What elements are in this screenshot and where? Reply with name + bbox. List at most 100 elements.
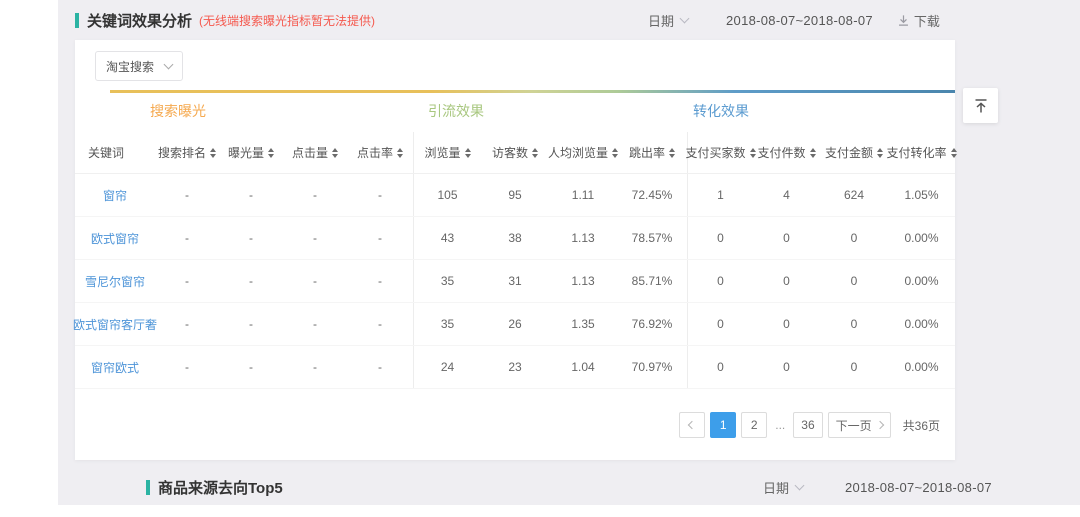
column-header[interactable]: 支付转化率 bbox=[888, 132, 955, 173]
table-row: 欧式窗帘----43381.1378.57%0000.00% bbox=[75, 217, 955, 260]
chevron-right-icon bbox=[875, 421, 883, 429]
cell-value: 0 bbox=[820, 346, 888, 388]
cell-value: - bbox=[283, 174, 347, 216]
keyword-link[interactable]: 雪尼尔窗帘 bbox=[75, 260, 155, 302]
column-header[interactable]: 点击率 bbox=[347, 132, 413, 173]
footer-title: 商品来源去向Top5 bbox=[158, 477, 283, 498]
cell-value: 105 bbox=[413, 174, 481, 216]
column-header[interactable]: 浏览量 bbox=[413, 132, 481, 173]
column-label: 支付金额 bbox=[825, 144, 873, 161]
column-label: 点击率 bbox=[357, 144, 393, 161]
page-button[interactable]: 2 bbox=[741, 412, 767, 438]
footer-date-dropdown[interactable]: 日期 bbox=[763, 478, 803, 497]
section-label-exposure: 搜索曝光 bbox=[150, 101, 206, 121]
date-range-value: 2018-08-07~2018-08-07 bbox=[726, 13, 873, 28]
column-label: 支付买家数 bbox=[686, 144, 746, 161]
column-header[interactable]: 搜索排名 bbox=[155, 132, 219, 173]
sort-icon[interactable] bbox=[669, 148, 675, 158]
keyword-text: 窗帘欧式 bbox=[91, 359, 139, 376]
sort-icon[interactable] bbox=[951, 148, 957, 158]
cell-value: 1.13 bbox=[549, 260, 617, 302]
sort-icon[interactable] bbox=[268, 148, 274, 158]
page-button[interactable]: 36 bbox=[793, 412, 822, 438]
sort-icon[interactable] bbox=[465, 148, 471, 158]
cell-value: - bbox=[347, 303, 413, 345]
page-total-text: 共36页 bbox=[903, 417, 940, 434]
chevron-down-icon bbox=[680, 13, 690, 23]
column-header[interactable]: 点击量 bbox=[283, 132, 347, 173]
cell-value: 0 bbox=[753, 260, 820, 302]
cell-value: 31 bbox=[481, 260, 549, 302]
page-button[interactable]: 1 bbox=[710, 412, 736, 438]
date-filter-dropdown[interactable]: 日期 bbox=[648, 11, 688, 30]
cell-value: 0.00% bbox=[888, 303, 955, 345]
next-page-button[interactable]: 下一页 bbox=[828, 412, 891, 438]
cell-value: - bbox=[283, 346, 347, 388]
cell-value: - bbox=[347, 346, 413, 388]
cell-value: 23 bbox=[481, 346, 549, 388]
cell-value: - bbox=[347, 174, 413, 216]
column-header[interactable]: 访客数 bbox=[481, 132, 549, 173]
section-color-bar bbox=[110, 90, 955, 93]
column-header[interactable]: 支付件数 bbox=[753, 132, 820, 173]
download-label: 下载 bbox=[914, 11, 940, 30]
column-header: 关键词 bbox=[75, 132, 155, 173]
sort-icon[interactable] bbox=[397, 148, 403, 158]
column-label: 关键词 bbox=[88, 144, 124, 161]
column-label: 浏览量 bbox=[424, 144, 460, 161]
cell-value: 35 bbox=[413, 303, 481, 345]
keyword-text: 窗帘 bbox=[103, 187, 127, 204]
keyword-link[interactable]: 窗帘 bbox=[75, 174, 155, 216]
cell-value: 4 bbox=[753, 174, 820, 216]
next-page-label: 下一页 bbox=[836, 417, 872, 434]
cell-value: 43 bbox=[413, 217, 481, 259]
keyword-link[interactable]: 欧式窗帘客厅奢 bbox=[75, 303, 155, 345]
table-body: 窗帘----105951.1172.45%146241.05%欧式窗帘----4… bbox=[75, 174, 955, 389]
column-label: 访客数 bbox=[492, 144, 528, 161]
back-to-top-button[interactable] bbox=[963, 88, 998, 123]
title-accent-bar bbox=[146, 480, 150, 495]
cell-value: 0.00% bbox=[888, 346, 955, 388]
footer-date-range-value: 2018-08-07~2018-08-07 bbox=[845, 480, 992, 495]
keyword-text: 欧式窗帘 bbox=[91, 230, 139, 247]
channel-select[interactable]: 淘宝搜索 bbox=[95, 51, 183, 81]
back-to-top-icon bbox=[972, 97, 990, 115]
column-header[interactable]: 曝光量 bbox=[219, 132, 283, 173]
sort-icon[interactable] bbox=[877, 148, 883, 158]
cell-value: - bbox=[155, 174, 219, 216]
download-icon bbox=[897, 14, 910, 27]
column-header[interactable]: 人均浏览量 bbox=[549, 132, 617, 173]
cell-value: 0 bbox=[753, 217, 820, 259]
cell-value: 78.57% bbox=[617, 217, 687, 259]
page-title: 关键词效果分析 bbox=[87, 10, 192, 31]
keyword-link[interactable]: 窗帘欧式 bbox=[75, 346, 155, 388]
column-header[interactable]: 支付金额 bbox=[820, 132, 888, 173]
keyword-text: 雪尼尔窗帘 bbox=[85, 273, 145, 290]
cell-value: 35 bbox=[413, 260, 481, 302]
cell-value: 0 bbox=[687, 346, 753, 388]
cell-value: - bbox=[219, 174, 283, 216]
footer-date-label: 日期 bbox=[763, 478, 789, 497]
column-label: 人均浏览量 bbox=[548, 144, 608, 161]
sort-icon[interactable] bbox=[810, 148, 816, 158]
keyword-link[interactable]: 欧式窗帘 bbox=[75, 217, 155, 259]
cell-value: - bbox=[155, 303, 219, 345]
sort-icon[interactable] bbox=[332, 148, 338, 158]
download-button[interactable]: 下载 bbox=[897, 11, 940, 30]
cell-value: - bbox=[283, 260, 347, 302]
prev-page-button[interactable] bbox=[679, 412, 705, 438]
sort-icon[interactable] bbox=[210, 148, 216, 158]
cell-value: 38 bbox=[481, 217, 549, 259]
column-label: 搜索排名 bbox=[158, 144, 206, 161]
column-header[interactable]: 跳出率 bbox=[617, 132, 687, 173]
cell-value: 0.00% bbox=[888, 217, 955, 259]
cell-value: - bbox=[155, 217, 219, 259]
chevron-down-icon bbox=[164, 59, 174, 69]
column-label: 跳出率 bbox=[629, 144, 665, 161]
cell-value: - bbox=[219, 303, 283, 345]
cell-value: - bbox=[283, 217, 347, 259]
sort-icon[interactable] bbox=[532, 148, 538, 158]
column-label: 支付转化率 bbox=[887, 144, 947, 161]
cell-value: 0 bbox=[820, 303, 888, 345]
column-header[interactable]: 支付买家数 bbox=[687, 132, 753, 173]
